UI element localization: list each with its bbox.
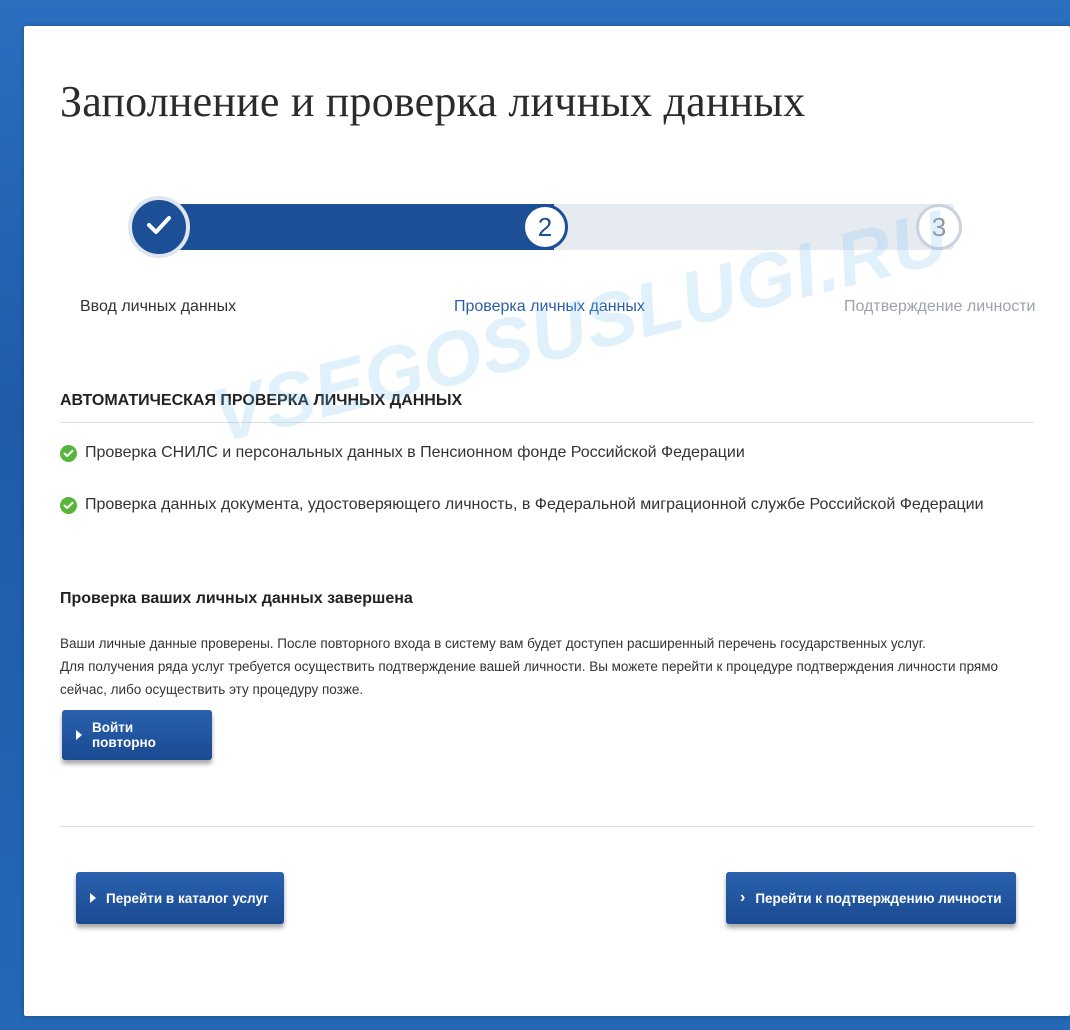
relogin-button-label: Войти повторно (92, 720, 156, 750)
chevron-right-icon: › (740, 889, 746, 906)
confirm-identity-button-label: Перейти к подтверждению личности (755, 890, 1002, 906)
step-2-marker: 2 (522, 204, 568, 250)
step-2-label: Проверка личных данных (454, 298, 645, 315)
check-item-snils: Проверка СНИЛС и персональных данных в П… (60, 444, 745, 462)
catalog-button[interactable]: Перейти в каталог услуг (76, 872, 284, 924)
step-1-marker (128, 196, 190, 258)
step-3-marker: 3 (916, 204, 962, 250)
play-arrow-icon (90, 893, 96, 903)
check-item-text: Проверка данных документа, удостоверяюще… (85, 496, 984, 513)
success-check-icon (60, 496, 77, 514)
step-1-label: Ввод личных данных (80, 298, 237, 315)
result-heading: Проверка ваших личных данных завершена (60, 590, 413, 607)
page-title: Заполнение и проверка личных данных (60, 77, 806, 126)
catalog-button-label: Перейти в каталог услуг (106, 890, 269, 906)
check-item-passport: Проверка данных документа, удостоверяюще… (60, 496, 984, 514)
auto-check-heading: Автоматическая проверка личных данных (60, 392, 463, 409)
relogin-button[interactable]: Войти повторно (62, 710, 212, 760)
result-text: Ваши личные данные проверены. После повт… (60, 632, 1030, 701)
check-item-text: Проверка СНИЛС и персональных данных в П… (85, 444, 745, 461)
confirm-identity-button[interactable]: › Перейти к подтверждению личности (726, 872, 1016, 924)
section-divider (60, 422, 1034, 423)
result-paragraph-1: Ваши личные данные проверены. После повт… (60, 636, 926, 651)
step-3-label: Подтверждение личности (844, 298, 1036, 315)
check-icon (146, 212, 172, 243)
success-check-icon (60, 444, 77, 462)
progress-fill (154, 204, 554, 250)
footer-divider (60, 826, 1034, 827)
main-panel: Заполнение и проверка личных данных 2 3 … (24, 26, 1070, 1016)
result-paragraph-2: Для получения ряда услуг требуется осуще… (60, 659, 999, 697)
play-arrow-icon (76, 730, 82, 740)
